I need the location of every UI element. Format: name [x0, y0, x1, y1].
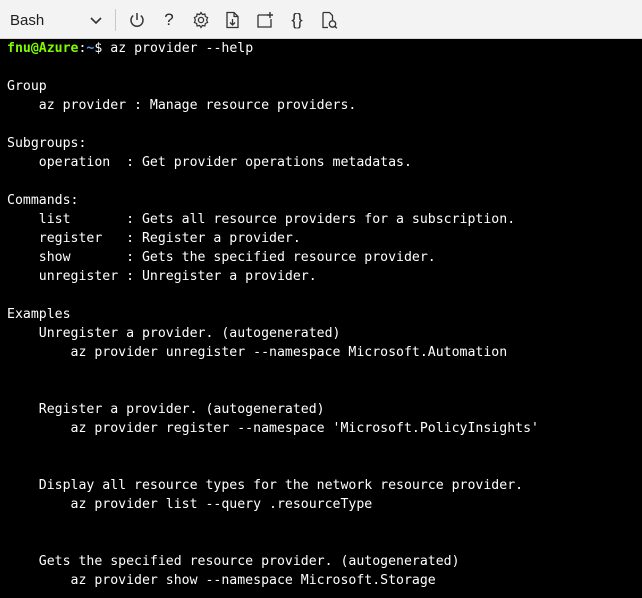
output-line: Examples: [7, 307, 71, 322]
shell-type-select[interactable]: Bash: [1, 6, 110, 34]
output-line: operation : Get provider operations meta…: [7, 155, 412, 170]
output-line: Gets the specified resource provider. (a…: [7, 554, 460, 569]
output-line: az provider register --namespace 'Micros…: [7, 421, 539, 436]
output-line: list : Gets all resource providers for a…: [7, 212, 516, 227]
output-line: az provider list --query .resourceType: [7, 497, 373, 512]
power-icon[interactable]: [128, 11, 146, 29]
cloud-shell-toolbar: Bash ? {}: [0, 0, 642, 39]
output-line: az provider show --namespace Microsoft.S…: [7, 573, 436, 588]
output-line: Register a provider. (autogenerated): [7, 402, 325, 417]
output-line: show : Gets the specified resource provi…: [7, 250, 436, 265]
output-line: register : Register a provider.: [7, 231, 301, 246]
shell-type-value: Bash: [10, 11, 45, 29]
prompt-symbol: $: [94, 41, 111, 56]
terminal-output[interactable]: fnu@Azure:~$ az provider --help Group az…: [0, 39, 642, 598]
web-preview-icon[interactable]: [320, 11, 338, 29]
output-line: Commands:: [7, 193, 79, 208]
toolbar-divider: [115, 9, 116, 31]
command-text: az provider --help: [110, 41, 254, 56]
prompt-user: fnu@Azure: [7, 41, 79, 56]
help-icon[interactable]: ?: [160, 11, 178, 29]
chevron-down-icon: [89, 13, 103, 27]
help-output: Group az provider : Manage resource prov…: [7, 58, 642, 590]
prompt-line: fnu@Azure:~$ az provider --help: [7, 39, 642, 58]
editor-braces-icon[interactable]: {}: [288, 11, 306, 29]
new-session-icon[interactable]: [256, 11, 274, 29]
settings-icon[interactable]: [192, 11, 210, 29]
output-line: unregister : Unregister a provider.: [7, 269, 317, 284]
output-line: az provider : Manage resource providers.: [7, 98, 357, 113]
output-line: Display all resource types for the netwo…: [7, 478, 524, 493]
output-line: Subgroups:: [7, 136, 87, 151]
output-line: az provider unregister --namespace Micro…: [7, 345, 508, 360]
output-line: Group: [7, 79, 47, 94]
upload-download-icon[interactable]: [224, 11, 242, 29]
output-line: Unregister a provider. (autogenerated): [7, 326, 341, 341]
